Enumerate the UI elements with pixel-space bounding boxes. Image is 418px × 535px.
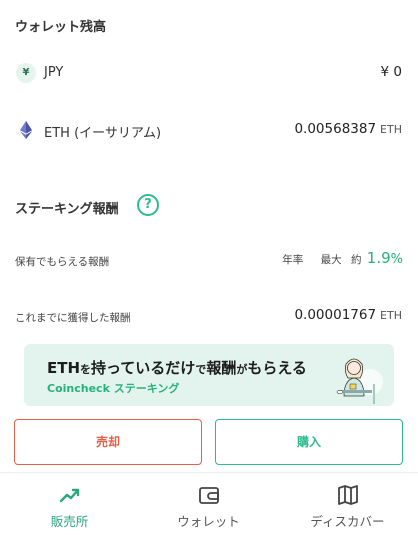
tab-label: ディスカバー [310,514,385,529]
reward-rate-label: 保有でもらえる報酬 [15,256,110,268]
banner-text-eth: ETH [47,359,81,377]
asset-value: 0.00568387 ETH [294,121,402,137]
earned-amount: 0.00001767 [294,307,377,323]
reward-rate-value: 年率 最大 約 1.9% [276,249,403,267]
tab-wallet[interactable]: ウォレット [139,473,278,535]
tab-label: ウォレット [177,514,240,529]
bottom-tab-bar: 販売所 ウォレット ディスカバー [0,472,418,535]
asset-value: ¥ 0 [381,64,402,80]
asset-amount: 0.00568387 [294,121,377,137]
banner-text-particle: を [80,363,92,376]
rate-percent: % [390,252,403,267]
tab-label: 販売所 [50,514,89,529]
help-icon[interactable]: ? [137,194,159,216]
staking-reward-title: ステーキング報酬 [15,202,119,217]
tab-exchange[interactable]: 販売所 [0,473,139,535]
wallet-balance-title: ウォレット残高 [15,20,107,35]
asset-row-eth[interactable]: ETH (イーサリアム) 0.00568387 ETH [0,116,418,146]
banner-text-reward: 報酬 [206,359,237,377]
banner-text-receive: もらえる [247,359,307,377]
map-icon [337,485,358,505]
max-label: 最大 [320,254,342,266]
asset-name: ETH (イーサリアム) [44,126,162,141]
earned-reward-value: 0.00001767 ETH [294,307,402,323]
banner-subtitle: Coincheck ステーキング [47,382,180,395]
banner-text-particle: で [195,363,207,376]
approx-label: 約 [350,254,362,266]
ethereum-icon [20,121,32,139]
wallet-icon [198,487,219,504]
tab-discover[interactable]: ディスカバー [278,473,417,535]
yen-icon: ¥ [16,63,36,83]
trend-up-icon [59,488,79,503]
asset-row-jpy[interactable]: ¥ JPY ¥ 0 [0,59,418,89]
buy-button[interactable]: 購入 [215,419,403,465]
staking-promo-banner[interactable]: ETHを持っているだけで報酬がもらえる Coincheck ステーキング [24,344,394,406]
banner-text-particle: が [236,363,248,376]
reward-rate-row: 保有でもらえる報酬 年率 最大 約 1.9% [0,249,418,273]
banner-headline: ETHを持っているだけで報酬がもらえる [47,357,307,378]
banner-text-hold: 持っているだけ [91,359,196,377]
earned-reward-row: これまでに獲得した報酬 0.00001767 ETH [0,305,418,329]
person-illustration-icon [336,358,383,404]
earned-unit: ETH [380,309,402,322]
sell-button[interactable]: 売却 [14,419,202,465]
asset-name: JPY [44,65,64,80]
annual-label: 年率 [282,254,304,266]
asset-amount: ¥ 0 [380,64,402,80]
asset-unit: ETH [380,123,402,136]
earned-reward-label: これまでに獲得した報酬 [15,312,131,324]
rate-number: 1.9 [366,249,391,267]
